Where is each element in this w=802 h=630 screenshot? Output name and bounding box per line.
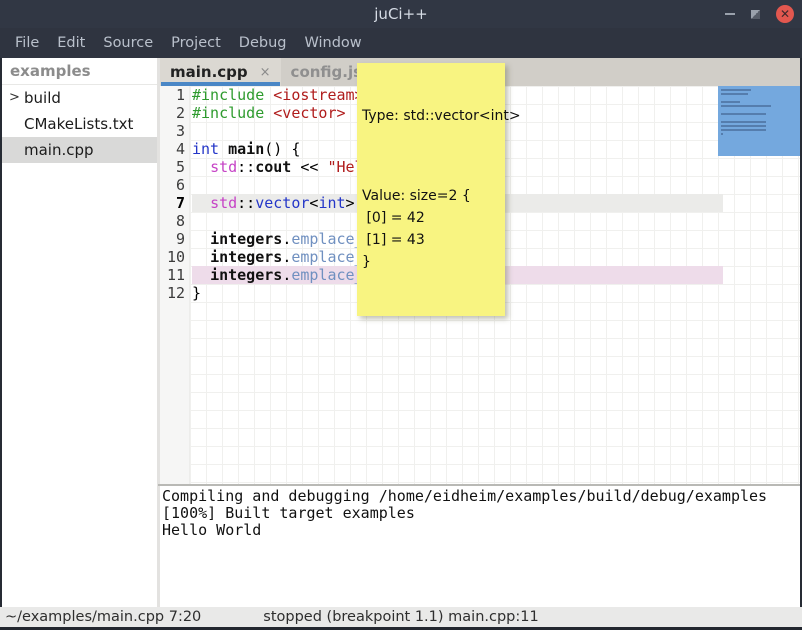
tooltip-value-line: [0] = 42 (362, 207, 500, 229)
menu-bar: FileEditSourceProjectDebugWindow (0, 28, 802, 58)
code-token: std (210, 158, 237, 176)
line-number: 1 (160, 86, 185, 104)
code-token: :: (237, 158, 255, 176)
window-title: juCi++ (374, 5, 427, 23)
menu-item-file[interactable]: File (6, 35, 48, 51)
line-number: 2 (160, 104, 185, 122)
menu-item-debug[interactable]: Debug (230, 35, 296, 51)
code-token: int (318, 194, 345, 212)
file-tree-sidebar: examples >build CMakeLists.txt main.cpp (0, 58, 157, 607)
code-token: << (291, 158, 327, 176)
title-bar: juCi++ ✕ (0, 0, 802, 28)
menu-item-source[interactable]: Source (94, 35, 162, 51)
code-token (192, 266, 210, 284)
code-token: #include (192, 86, 264, 104)
line-number: 5 (160, 158, 185, 176)
code-token: std (210, 194, 237, 212)
code-token: #include (192, 104, 264, 122)
minimap-code-line (721, 113, 766, 115)
sidebar-item-main-cpp[interactable]: main.cpp (2, 137, 157, 163)
minimap-code-line (721, 101, 740, 103)
code-token (219, 140, 228, 158)
line-number: 9 (160, 230, 185, 248)
minimap-code-line (721, 89, 751, 91)
minimap-viewport[interactable] (718, 86, 800, 156)
minimap-code-line (721, 125, 766, 127)
minimap-code-line (721, 93, 748, 95)
code-token: :: (237, 194, 255, 212)
sidebar-item-label: main.cpp (24, 141, 94, 159)
code-token: () { (264, 140, 300, 158)
tab-main-cpp[interactable]: main.cpp × (160, 58, 281, 86)
terminal-output[interactable]: Compiling and debugging /home/eidheim/ex… (160, 486, 800, 607)
sidebar-item-label: CMakeLists.txt (24, 115, 133, 133)
menu-item-project[interactable]: Project (162, 35, 230, 51)
minimap-code-line (721, 105, 771, 107)
line-number: 4 (160, 140, 185, 158)
code-token: . (282, 230, 291, 248)
sidebar-item-cmakelists-txt[interactable]: CMakeLists.txt (2, 111, 157, 137)
minimap-code-line (721, 121, 766, 123)
sidebar-item-build[interactable]: >build (2, 85, 157, 111)
line-number: 6 (160, 176, 185, 194)
minimize-icon[interactable] (725, 13, 735, 15)
minimap-code-line (721, 129, 766, 131)
code-token: . (282, 248, 291, 266)
terminal-line: [100%] Built target examples (162, 505, 800, 522)
status-debug-state: stopped (breakpoint 1.1) main.cpp:11 (0, 607, 802, 627)
tooltip-value-line: Value: size=2 { (362, 185, 500, 207)
code-token: main (228, 140, 264, 158)
tab-label: main.cpp (170, 63, 248, 81)
code-token: integers (210, 230, 282, 248)
code-token: . (282, 266, 291, 284)
menu-item-edit[interactable]: Edit (48, 35, 94, 51)
line-number: 7 (160, 194, 185, 212)
tooltip-type-line: Type: std::vector<int> (362, 106, 500, 126)
tooltip-value-line: } (362, 251, 500, 273)
line-number: 10 (160, 248, 185, 266)
code-token (264, 86, 273, 104)
line-number: 12 (160, 284, 185, 302)
status-bar: ~/examples/main.cpp 7:20 stopped (breakp… (0, 607, 802, 630)
chevron-right-icon[interactable]: > (9, 85, 20, 111)
tooltip-value-block: Value: size=2 { [0] = 42 [1] = 43} (362, 185, 500, 273)
terminal-line: Hello World (162, 522, 800, 539)
tooltip-value-line: [1] = 43 (362, 229, 500, 251)
debug-value-tooltip: Type: std::vector<int> Value: size=2 { [… (357, 63, 505, 316)
menu-item-window[interactable]: Window (295, 35, 370, 51)
sidebar-item-label: build (24, 89, 61, 107)
project-name-header: examples (2, 58, 157, 85)
code-token (192, 158, 210, 176)
code-token (192, 194, 210, 212)
line-number: 3 (160, 122, 185, 140)
line-number: 11 (160, 266, 185, 284)
tab-close-icon[interactable]: × (260, 65, 271, 80)
code-token: <iostream> (273, 86, 363, 104)
close-icon[interactable]: ✕ (776, 5, 794, 23)
code-token (264, 104, 273, 122)
code-token (192, 230, 210, 248)
restore-icon[interactable] (751, 10, 760, 19)
code-token: int (192, 140, 219, 158)
code-token: integers (210, 248, 282, 266)
code-token: } (192, 284, 201, 302)
minimap[interactable] (718, 86, 802, 484)
line-number: 8 (160, 212, 185, 230)
app-window: juCi++ ✕ FileEditSourceProjectDebugWindo… (0, 0, 802, 630)
code-token: vector (255, 194, 309, 212)
code-token: <vector> (273, 104, 345, 122)
terminal-line: Compiling and debugging /home/eidheim/ex… (162, 488, 800, 505)
code-token: cout (255, 158, 291, 176)
code-token (192, 248, 210, 266)
code-token: integers (210, 266, 282, 284)
window-controls: ✕ (725, 0, 794, 28)
